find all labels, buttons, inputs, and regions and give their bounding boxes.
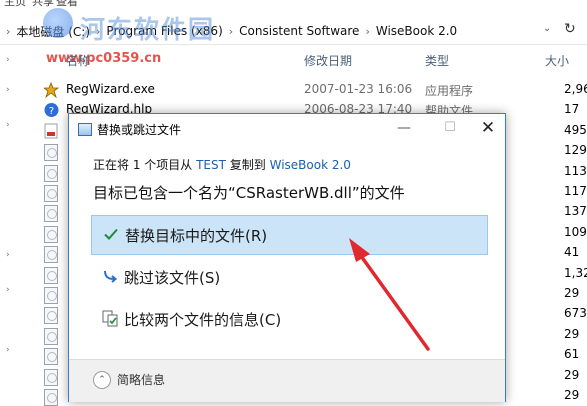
- annotation-arrow: [349, 238, 430, 351]
